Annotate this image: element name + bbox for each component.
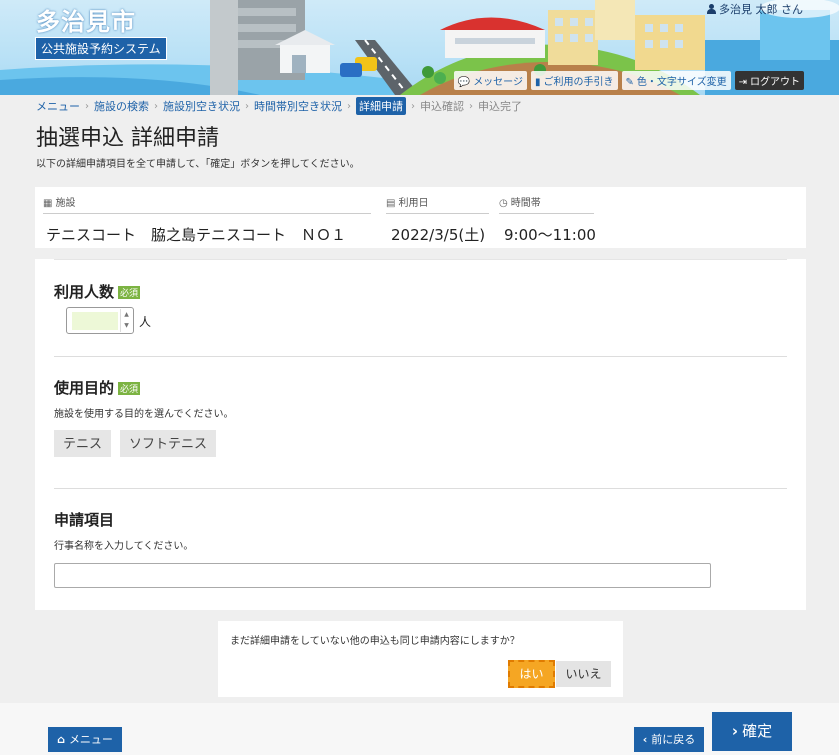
message-link[interactable]: 💬 メッセージ xyxy=(453,71,527,90)
site-logo[interactable]: 多治見市 xyxy=(36,2,136,37)
purpose-label: 使用目的 xyxy=(54,379,115,397)
back-button-label: 前に戻る xyxy=(651,733,696,746)
purpose-option-soft-tennis[interactable]: ソフトテニス xyxy=(120,430,217,457)
header-banner: 多治見市 公共施設予約システム 多治見 太郎 さん 💬 メッセージ ▮ ご利用の手引… xyxy=(0,0,839,95)
guide-link[interactable]: ▮ ご利用の手引き xyxy=(531,71,618,90)
chevron-right-icon: › xyxy=(85,100,89,112)
required-badge: 必須 xyxy=(118,382,141,395)
back-button[interactable]: ‹ 前に戻る xyxy=(634,727,704,752)
user-icon xyxy=(707,4,716,14)
breadcrumb-availability-by-time[interactable]: 時間帯別空き状況 xyxy=(254,98,342,114)
menu-button[interactable]: ⌂ メニュー xyxy=(48,727,122,752)
guide-link-label: ご利用の手引き xyxy=(543,77,614,88)
user-name: 多治見 太郎 さん xyxy=(719,3,803,16)
home-icon: ⌂ xyxy=(57,733,65,746)
summary-time-label: 時間帯 xyxy=(510,198,541,209)
confirm-button-label: 確定 xyxy=(742,722,773,740)
summary-time-header: ◷ 時間帯 xyxy=(499,194,594,214)
summary-time: ◷ 時間帯 9:00～11:00 xyxy=(499,194,596,245)
brush-icon: ✎ xyxy=(625,77,634,88)
reservation-summary: ▦ 施設 テニスコート 脇之島テニスコート ＮＯ１ ▤ 利用日 2022/3/5(土… xyxy=(35,187,806,248)
breadcrumb: メニュー › 施設の検索 › 施設別空き状況 › 時間帯別空き状況 › 詳細申請 › 申込… xyxy=(36,97,522,115)
user-info: 多治見 太郎 さん xyxy=(707,1,803,17)
divider xyxy=(54,356,787,357)
purpose-option-tennis[interactable]: テニス xyxy=(54,430,112,457)
clock-icon: ◷ xyxy=(499,198,508,209)
people-count-unit: 人 xyxy=(139,315,152,329)
people-count-stepper[interactable]: ▲ ▼ xyxy=(66,307,134,334)
logout-icon: ⇥ xyxy=(738,77,747,88)
chevron-right-icon: › xyxy=(469,100,473,112)
breadcrumb-availability-by-facility[interactable]: 施設別空き状況 xyxy=(163,98,240,114)
event-name-input[interactable] xyxy=(54,563,711,588)
system-name: 公共施設予約システム xyxy=(35,37,167,60)
summary-date-label: 利用日 xyxy=(398,198,429,209)
divider xyxy=(54,259,787,260)
summary-facility-header: ▦ 施設 xyxy=(43,194,371,214)
required-badge: 必須 xyxy=(118,286,141,299)
page-title: 抽選申込 詳細申請 xyxy=(36,126,219,151)
people-count-label: 利用人数 xyxy=(54,283,115,301)
no-button[interactable]: いいえ xyxy=(556,661,611,687)
summary-facility: ▦ 施設 テニスコート 脇之島テニスコート ＮＯ１ xyxy=(43,194,371,245)
chevron-right-icon: › xyxy=(347,100,351,112)
menu-button-label: メニュー xyxy=(68,733,113,746)
calendar-icon: ▤ xyxy=(386,198,396,209)
message-link-label: メッセージ xyxy=(473,77,523,88)
confirm-button[interactable]: › 確定 xyxy=(712,712,792,751)
chevron-right-icon: › xyxy=(154,100,158,112)
breadcrumb-facility-search[interactable]: 施設の検索 xyxy=(94,98,149,114)
breadcrumb-menu[interactable]: メニュー xyxy=(36,98,80,114)
apply-to-others-dialog: まだ詳細申請をしていない他の申込も同じ申請内容にしますか？ はい いいえ xyxy=(218,621,623,697)
book-icon: ▮ xyxy=(535,77,541,88)
yes-button[interactable]: はい xyxy=(508,660,555,688)
summary-date: ▤ 利用日 2022/3/5(土) xyxy=(386,194,489,245)
building-icon: ▦ xyxy=(43,198,53,209)
summary-facility-label: 施設 xyxy=(55,198,76,209)
purpose-help: 施設を使用する目的を選んでください。 xyxy=(54,409,234,420)
footer-bar: ⌂ メニュー ‹ 前に戻る › 確定 xyxy=(0,703,839,755)
summary-time-value: 9:00～11:00 xyxy=(504,226,596,244)
stepper-arrows[interactable]: ▲ ▼ xyxy=(120,309,132,332)
apply-to-others-question: まだ詳細申請をしていない他の申込も同じ申請内容にしますか？ xyxy=(230,636,520,647)
breadcrumb-confirm: 申込確認 xyxy=(420,100,464,113)
detail-form: 利用人数 必須 ▲ ▼ 人 使用目的 必須 施設を使用する目的を選んでください。 テ… xyxy=(35,259,806,610)
logout-button[interactable]: ⇥ ログアウト xyxy=(734,71,804,90)
header-links: 💬 メッセージ ▮ ご利用の手引き ✎ 色・文字サイズ変更 ⇥ ログアウト xyxy=(453,71,804,90)
stepper-down-icon[interactable]: ▼ xyxy=(121,320,132,331)
display-settings-label: 色・文字サイズ変更 xyxy=(636,77,727,88)
logout-label: ログアウト xyxy=(750,77,800,88)
page-description: 以下の詳細申請項目を全て申請して、「確定」ボタンを押してください。 xyxy=(36,159,360,170)
summary-date-value: 2022/3/5(土) xyxy=(391,226,486,244)
message-icon: 💬 xyxy=(457,77,471,88)
chevron-right-icon: › xyxy=(245,100,249,112)
purpose-title: 使用目的 必須 xyxy=(54,377,141,398)
application-item-help: 行事名称を入力してください。 xyxy=(54,541,194,552)
stepper-up-icon[interactable]: ▲ xyxy=(121,309,132,320)
breadcrumb-detail-application: 詳細申請 xyxy=(356,97,406,115)
divider xyxy=(54,488,787,489)
people-count-input[interactable] xyxy=(72,312,118,330)
chevron-right-icon: › xyxy=(411,100,415,112)
display-settings-link[interactable]: ✎ 色・文字サイズ変更 xyxy=(621,71,731,90)
chevron-right-icon: › xyxy=(731,722,739,740)
breadcrumb-complete: 申込完了 xyxy=(478,100,522,113)
application-item-title: 申請項目 xyxy=(54,511,115,529)
summary-facility-value: テニスコート 脇之島テニスコート ＮＯ１ xyxy=(46,226,347,244)
chevron-left-icon: ‹ xyxy=(642,733,648,746)
summary-date-header: ▤ 利用日 xyxy=(386,194,489,214)
people-count-title: 利用人数 必須 xyxy=(54,281,141,302)
